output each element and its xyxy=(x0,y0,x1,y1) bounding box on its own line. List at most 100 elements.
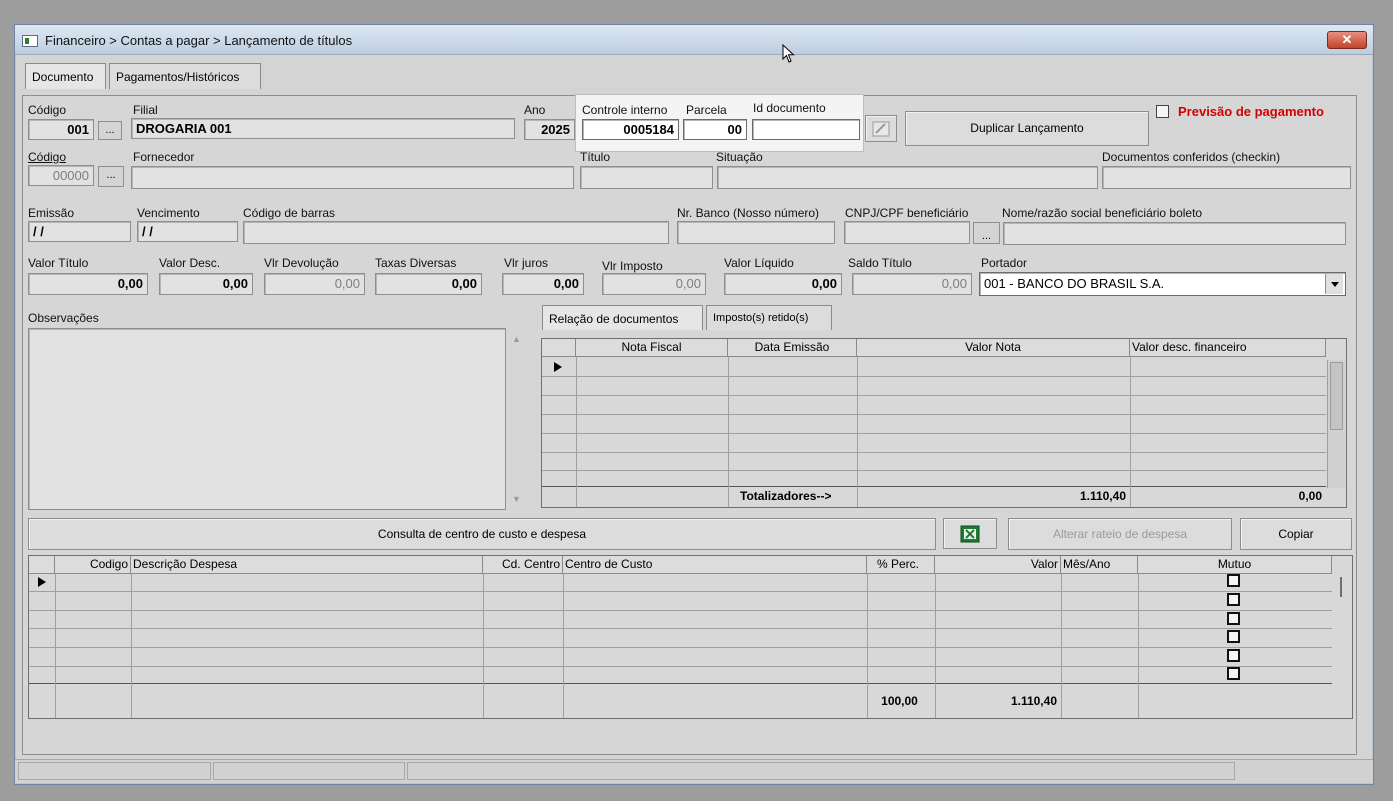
row-pointer-icon xyxy=(554,362,562,372)
doc-col-divider xyxy=(576,357,577,507)
expense-grid[interactable] xyxy=(28,555,1353,719)
total-valor-nota: 1.110,40 xyxy=(1079,489,1126,503)
doc-col-divider xyxy=(1130,357,1131,507)
mutuo-checkbox[interactable] xyxy=(1227,574,1240,587)
vencimento-label: Vencimento xyxy=(137,206,200,220)
consulta-centro-custo-button[interactable]: Consulta de centro de custo e despesa xyxy=(28,518,936,550)
valor-liquido-field[interactable]: 0,00 xyxy=(724,273,842,295)
vlr-juros-field[interactable]: 0,00 xyxy=(502,273,584,295)
saldo-titulo-label: Saldo Título xyxy=(848,256,912,270)
exp-col-descricao[interactable]: Descrição Despesa xyxy=(131,556,483,574)
controle-interno-field[interactable]: 0005184 xyxy=(582,119,679,140)
exp-col-cd-centro[interactable]: Cd. Centro xyxy=(483,556,563,574)
documents-grid[interactable] xyxy=(541,338,1347,508)
taxas-diversas-field[interactable]: 0,00 xyxy=(375,273,482,295)
doc-row-line xyxy=(542,376,1326,377)
exp-grid-scroll-thumb[interactable] xyxy=(1340,577,1342,597)
codigo-barras-field[interactable] xyxy=(243,221,669,244)
exp-col-valor[interactable]: Valor xyxy=(935,556,1061,574)
exp-col-divider xyxy=(131,574,132,718)
doc-row-line xyxy=(542,433,1326,434)
status-cell-2 xyxy=(213,762,405,780)
vlr-devolucao-field[interactable]: 0,00 xyxy=(264,273,365,295)
codigo-field[interactable]: 001 xyxy=(28,119,94,140)
cnpj-lookup-button[interactable]: ... xyxy=(973,222,1000,244)
exp-row-line xyxy=(29,666,1332,667)
exp-col-mes-ano[interactable]: Mês/Ano xyxy=(1061,556,1138,574)
valor-titulo-field[interactable]: 0,00 xyxy=(28,273,148,295)
nome-beneficiario-field[interactable] xyxy=(1003,222,1346,245)
filial-label: Filial xyxy=(133,103,158,117)
vencimento-field[interactable]: / / xyxy=(137,221,238,242)
mutuo-checkbox[interactable] xyxy=(1227,593,1240,606)
fornecedor-field[interactable] xyxy=(131,166,574,189)
id-documento-field[interactable] xyxy=(752,119,860,140)
duplicar-lancamento-button[interactable]: Duplicar Lançamento xyxy=(905,111,1149,146)
mouse-cursor-icon xyxy=(782,44,795,63)
exp-col-divider xyxy=(563,574,564,718)
copiar-button[interactable]: Copiar xyxy=(1240,518,1352,550)
valor-desc-field[interactable]: 0,00 xyxy=(159,273,253,295)
observacoes-textarea[interactable] xyxy=(28,328,506,510)
mutuo-checkbox[interactable] xyxy=(1227,649,1240,662)
export-excel-button[interactable] xyxy=(943,518,997,549)
fornecedor-codigo-field[interactable]: 00000 xyxy=(28,165,94,186)
scroll-up-arrow[interactable]: ▲ xyxy=(512,334,521,344)
mutuo-checkbox[interactable] xyxy=(1227,612,1240,625)
controle-interno-label: Controle interno xyxy=(582,103,668,117)
tab-documento-label: Documento xyxy=(32,70,94,84)
exp-col-perc[interactable]: % Perc. xyxy=(867,556,935,574)
total-valor-desc: 0,00 xyxy=(1298,489,1322,503)
nr-banco-field[interactable] xyxy=(677,221,835,244)
tab-impostos-retidos[interactable]: Imposto(s) retido(s) xyxy=(706,305,832,330)
doc-col-nota-fiscal[interactable]: Nota Fiscal xyxy=(576,339,728,357)
portador-dropdown-button[interactable] xyxy=(1325,274,1343,294)
exp-row-line xyxy=(29,591,1332,592)
chevron-down-icon xyxy=(1331,282,1339,287)
exp-row-line xyxy=(29,610,1332,611)
saldo-titulo-field[interactable]: 0,00 xyxy=(852,273,972,295)
doc-col-valor-nota[interactable]: Valor Nota xyxy=(857,339,1130,357)
alterar-rateio-button[interactable]: Alterar rateio de despesa xyxy=(1008,518,1232,550)
titulo-field[interactable] xyxy=(580,166,713,189)
total-perc: 100,00 xyxy=(881,694,918,708)
fornecedor-codigo-label: Código xyxy=(28,150,67,164)
doc-total-line xyxy=(542,486,1326,487)
doc-col-divider xyxy=(857,357,858,507)
exp-col-mutuo[interactable]: Mutuo xyxy=(1138,556,1332,574)
mutuo-checkbox[interactable] xyxy=(1227,630,1240,643)
vlr-imposto-field[interactable]: 0,00 xyxy=(602,273,706,295)
tab-relacao-label: Relação de documentos xyxy=(549,312,679,326)
ano-field[interactable]: 2025 xyxy=(524,119,575,140)
tab-pagamentos-historicos[interactable]: Pagamentos/Históricos xyxy=(109,63,261,89)
cnpj-field[interactable] xyxy=(844,221,970,244)
edit-document-button[interactable] xyxy=(865,115,897,142)
documentos-conferidos-field[interactable] xyxy=(1102,166,1351,189)
situacao-field[interactable] xyxy=(717,166,1098,189)
mutuo-checkbox[interactable] xyxy=(1227,667,1240,680)
doc-grid-scrollbar[interactable] xyxy=(1327,360,1345,488)
tab-documento[interactable]: Documento xyxy=(25,63,106,89)
emissao-field[interactable]: / / xyxy=(28,221,131,242)
filial-field[interactable]: DROGARIA 001 xyxy=(131,118,515,139)
exp-col-divider xyxy=(483,574,484,718)
exp-grid-corner xyxy=(29,556,55,574)
close-button[interactable]: ✕ xyxy=(1327,31,1367,49)
cnpj-label: CNPJ/CPF beneficiário xyxy=(845,206,969,220)
scroll-down-arrow[interactable]: ▼ xyxy=(512,494,521,504)
nr-banco-label: Nr. Banco (Nosso número) xyxy=(677,206,820,220)
fornecedor-lookup-button[interactable]: ... xyxy=(98,166,124,187)
documentos-conferidos-label: Documentos conferidos (checkin) xyxy=(1102,150,1281,164)
exp-col-centro-custo[interactable]: Centro de Custo xyxy=(563,556,867,574)
codigo-lookup-button[interactable]: ... xyxy=(98,121,122,140)
doc-grid-scroll-thumb[interactable] xyxy=(1330,362,1343,430)
doc-col-data-emissao[interactable]: Data Emissão xyxy=(728,339,857,357)
parcela-field[interactable]: 00 xyxy=(683,119,747,140)
exp-col-divider xyxy=(1138,574,1139,718)
tab-relacao-documentos[interactable]: Relação de documentos xyxy=(542,305,703,330)
previsao-checkbox[interactable] xyxy=(1156,105,1169,118)
portador-select[interactable]: 001 - BANCO DO BRASIL S.A. xyxy=(979,272,1346,296)
exp-col-codigo[interactable]: Codigo xyxy=(55,556,131,574)
total-valor: 1.110,40 xyxy=(1010,694,1057,708)
doc-col-valor-desc[interactable]: Valor desc. financeiro xyxy=(1130,339,1326,357)
